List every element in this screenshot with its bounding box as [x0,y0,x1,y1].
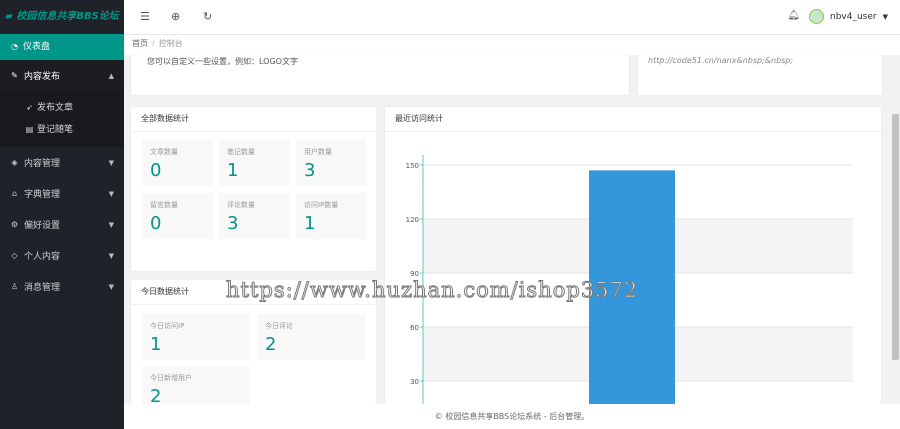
y-tick-label: 60 [410,324,419,332]
y-tick-label: 120 [406,216,419,224]
sidebar-item-preferences[interactable]: ⚙ 偏好设置 ▼ [0,209,124,240]
caret-down-icon: ▼ [108,220,114,229]
sidebar-subitem-note[interactable]: ▤ 登记随笔 [0,119,124,141]
settings-hint: 您可以自定义一些设置，例如：LOGO文字 [147,57,298,66]
breadcrumb-separator: / [152,39,155,48]
caret-down-icon: ▼ [882,12,888,21]
link-card: http://code51.cn/nanx&nbsp;&nbsp; [638,55,882,95]
dictionary-icon: ⌂ [11,189,18,198]
gear-icon: ⚙ [10,220,19,229]
caret-down-icon: ▼ [108,282,114,291]
sidebar-item-personal[interactable]: ◇ 个人内容 ▼ [0,240,124,271]
user-menu[interactable]: nbv4_user ▼ [809,9,888,24]
diamond-icon: ◇ [11,251,18,260]
y-tick-label: 150 [406,162,419,170]
app-logo[interactable]: ▰ 校园信息共享BBS论坛 [0,0,124,34]
caret-up-icon: ▲ [108,71,114,80]
sidebar-item-dashboard[interactable]: ◔ 仪表盘 [0,34,124,60]
breadcrumb-current: 控制台 [158,39,183,48]
visit-chart-card: 最近访问统计 30 60 90 120 150 [385,107,881,404]
stat-tile: 文章数量 0 [142,140,213,186]
today-stats-card: 今日数据统计 今日访问IP 1 今日评论 2 今日新增用户 2 [131,280,376,412]
dashboard-icon: ◔ [11,42,18,51]
top-header: ☰ ⊕ ↻ 🔔︎ nbv4_user ▼ [124,0,900,35]
chart-title: 最近访问统计 [385,107,881,132]
stat-tile: 今日访问IP 1 [142,314,250,360]
user-icon: ♙ [10,282,19,291]
all-stats-title: 全部数据统计 [131,107,376,132]
stat-tile: 留言数量 0 [142,193,213,239]
stat-tile: 用户数量 3 [296,140,366,186]
chart-svg: 30 60 90 120 150 [406,155,853,404]
chart-bar[interactable] [589,170,675,404]
caret-down-icon: ▼ [108,251,114,260]
sidebar-subitem-publish-article[interactable]: ➶ 发布文章 [0,97,124,119]
sidebar-item-messages[interactable]: ♙ 消息管理 ▼ [0,271,124,302]
menu-toggle-icon[interactable]: ☰ [140,10,150,23]
caret-down-icon: ▼ [108,158,114,167]
sidebar: ▰ 校园信息共享BBS论坛 ◔ 仪表盘 ✎ 内容发布 ▲ ➶ 发布文章 ▤ 登记… [0,0,124,429]
scrollbar-thumb[interactable] [892,114,899,360]
link-text: http://code51.cn/nanx&nbsp;&nbsp; [648,56,794,65]
refresh-icon[interactable]: ↻ [203,10,212,23]
submenu-content-publish: ➶ 发布文章 ▤ 登记随笔 [0,91,124,147]
sidebar-item-content-manage[interactable]: ◈ 内容管理 ▼ [0,147,124,178]
y-tick-label: 90 [410,270,419,278]
settings-card: 您可以自定义一些设置，例如：LOGO文字 [131,55,629,95]
note-icon: ▤ [25,125,34,134]
avatar [809,9,824,24]
send-icon: ➶ [26,103,33,112]
today-stats-title: 今日数据统计 [131,280,376,305]
all-stats-card: 全部数据统计 文章数量 0 笔记数量 1 用户数量 3 留言数量 0 评论数量 … [131,107,376,271]
graduation-cap-icon: ▰ [5,11,13,22]
layers-icon: ◈ [11,158,18,167]
globe-icon[interactable]: ⊕ [171,10,180,23]
footer: © 校园信息共享BBS论坛系统 - 后台管理。 [124,404,900,429]
stat-tile: 访问IP数量 1 [296,193,366,239]
stat-tile: 笔记数量 1 [219,140,290,186]
pencil-icon: ✎ [11,71,18,80]
breadcrumb-home[interactable]: 首页 [132,39,148,48]
bell-icon[interactable]: 🔔︎ [787,10,800,21]
visit-chart: 30 60 90 120 150 [391,135,859,404]
breadcrumb: 首页 / 控制台 [124,35,900,55]
sidebar-item-dictionary[interactable]: ⌂ 字典管理 ▼ [0,178,124,209]
stat-tile: 今日评论 2 [257,314,365,360]
username: nbv4_user [830,11,877,22]
stat-tile: 评论数量 3 [219,193,290,239]
caret-down-icon: ▼ [108,189,114,198]
y-tick-label: 30 [410,378,419,386]
sidebar-item-content-publish[interactable]: ✎ 内容发布 ▲ [0,60,124,91]
